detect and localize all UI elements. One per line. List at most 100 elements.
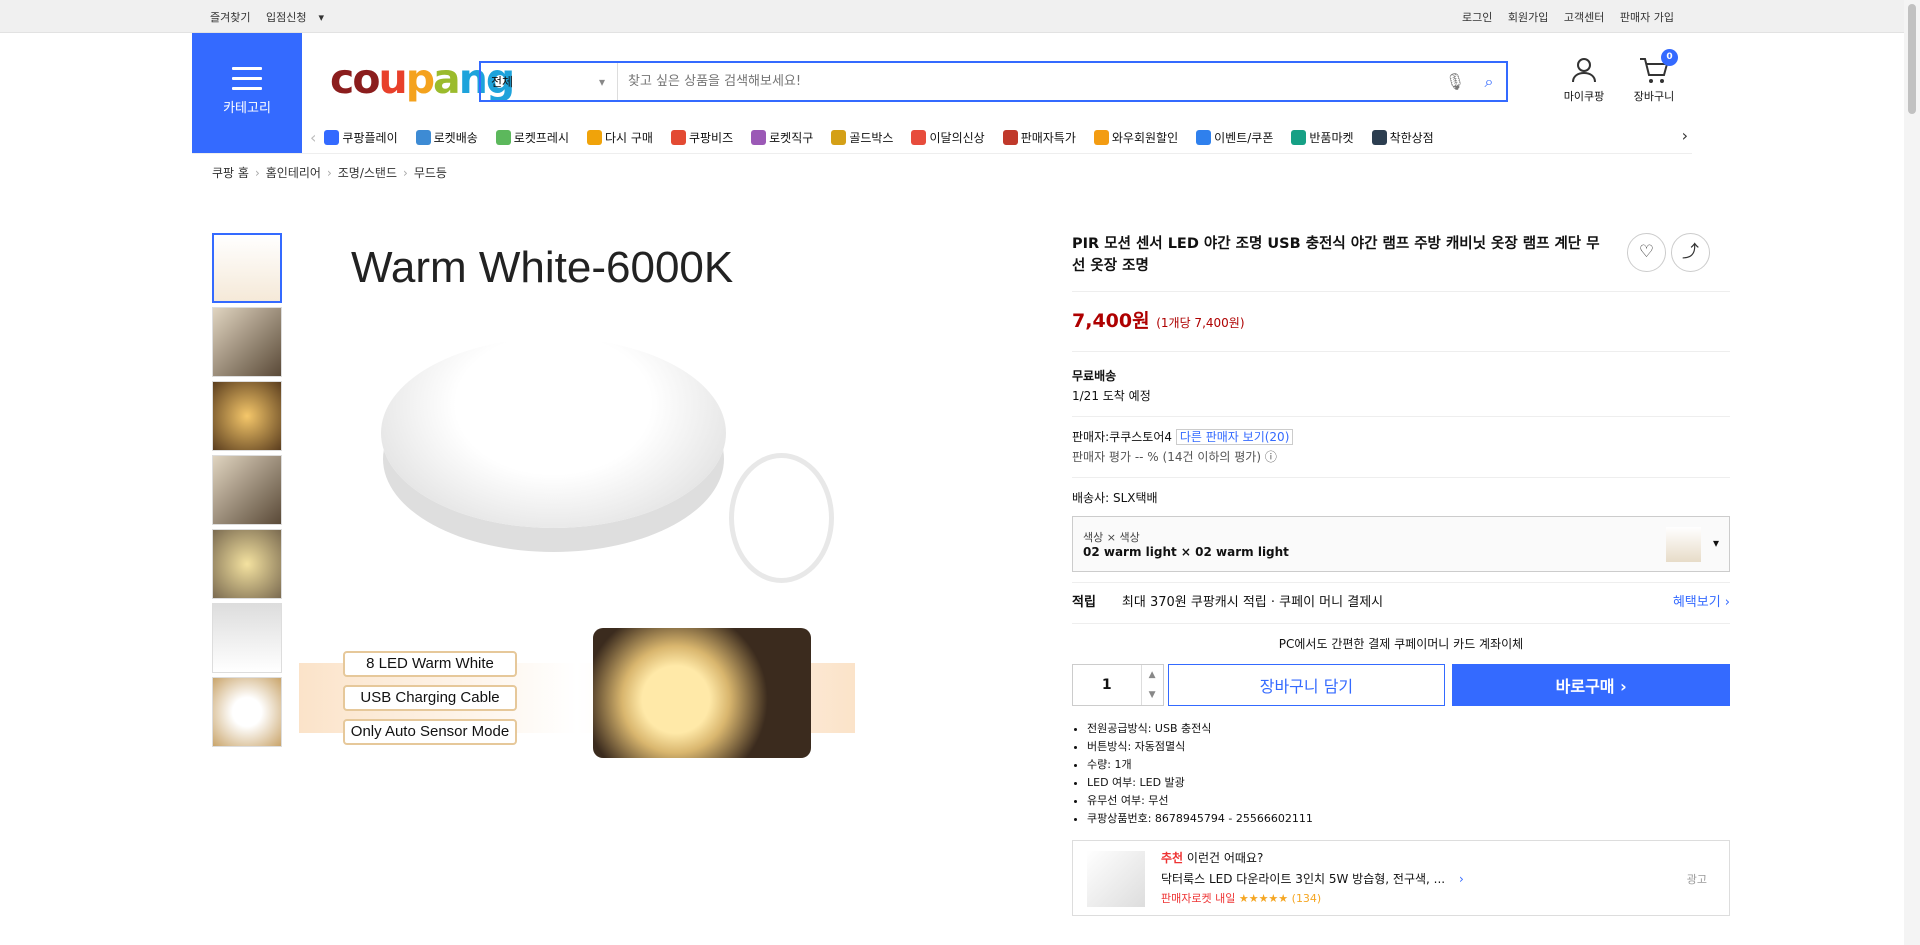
rec-tag: 추천 bbox=[1161, 851, 1184, 865]
rec-badge: 판매자로켓 내일 bbox=[1161, 892, 1236, 905]
nav-item[interactable]: 와우회원할인 bbox=[1093, 129, 1178, 146]
lamp-photo bbox=[593, 628, 811, 758]
qty-up-icon[interactable]: ▲ bbox=[1149, 670, 1156, 680]
nav-item[interactable]: 로켓직구 bbox=[751, 129, 813, 146]
image-feature: 8 LED Warm White bbox=[343, 651, 517, 677]
nav-item[interactable]: 로켓프레시 bbox=[495, 129, 569, 146]
login-link[interactable]: 로그인 bbox=[1462, 11, 1492, 24]
unit-price: (1개당 7,400원) bbox=[1156, 316, 1245, 330]
main-product-image[interactable]: Warm White-6000K 8 LED Warm White USB Ch… bbox=[299, 233, 855, 763]
thumbnail[interactable] bbox=[212, 455, 282, 525]
option-select[interactable]: 색상 × 색상 02 warm light × 02 warm light ▾ bbox=[1072, 516, 1730, 572]
quantity-stepper[interactable]: 1 ▲ ▼ bbox=[1072, 664, 1164, 706]
rec-product-image bbox=[1087, 851, 1145, 907]
spec-item: 유무선 여부: 무선 bbox=[1087, 792, 1730, 810]
share-icon[interactable]: ⤴ bbox=[1671, 233, 1710, 272]
category-label: 카테고리 bbox=[223, 101, 271, 116]
nav-item[interactable]: 판매자특가 bbox=[1002, 129, 1076, 146]
reward-text: 최대 370원 쿠팡캐시 적립 · 쿠페이 머니 결제시 bbox=[1121, 595, 1384, 610]
nav-prev-icon[interactable]: ‹ bbox=[310, 128, 316, 147]
breadcrumb: 쿠팡 홈 › 홈인테리어 › 조명/스탠드 › 무드등 bbox=[192, 153, 1692, 191]
add-to-cart-button[interactable]: 장바구니 담기 bbox=[1167, 664, 1446, 706]
nav-item[interactable]: 로켓배송 bbox=[415, 129, 478, 146]
chevron-down-icon: ▾ bbox=[1712, 536, 1719, 550]
thumbnail[interactable] bbox=[212, 233, 282, 303]
free-shipping: 무료배송 bbox=[1072, 369, 1117, 383]
apply-link[interactable]: 입점신청 bbox=[266, 11, 306, 24]
rec-title: 이런건 어때요? bbox=[1186, 851, 1264, 865]
benefit-link[interactable]: 혜택보기 › bbox=[1673, 593, 1730, 613]
heart-icon[interactable]: ♡ bbox=[1627, 233, 1666, 272]
cart-button[interactable]: 0 장바구니 bbox=[1624, 49, 1684, 104]
qty-down-icon[interactable]: ▼ bbox=[1149, 690, 1156, 700]
seller-name: 판매자:쿠쿠스토어4 bbox=[1072, 430, 1172, 444]
scrollbar-thumb[interactable] bbox=[1908, 4, 1916, 114]
breadcrumb-item[interactable]: 쿠팡 홈 bbox=[212, 164, 249, 181]
thumbnail[interactable] bbox=[212, 529, 282, 599]
lamp-disk bbox=[381, 338, 726, 528]
spec-item: 전원공급방식: USB 충전식 bbox=[1087, 720, 1730, 738]
image-feature: USB Charging Cable bbox=[343, 685, 517, 711]
nav-item[interactable]: 다시 구매 bbox=[586, 129, 653, 146]
category-button[interactable]: 카테고리 bbox=[192, 33, 302, 153]
pay-methods: PC에서도 간편한 결제 쿠페이머니 카드 계좌이체 bbox=[1278, 637, 1524, 651]
reward-label: 적립 bbox=[1072, 595, 1096, 610]
buy-now-button[interactable]: 바로구매 › bbox=[1452, 664, 1730, 706]
option-thumbnail bbox=[1666, 527, 1701, 562]
nav-item[interactable]: 쿠팡플레이 bbox=[324, 129, 398, 146]
mypage-button[interactable]: 마이쿠팡 bbox=[1554, 55, 1614, 104]
thumbnail-list bbox=[212, 233, 282, 751]
thumbnail[interactable] bbox=[212, 677, 282, 747]
price: 7,400원 (1개당 7,400원) bbox=[1072, 310, 1245, 332]
header: 카테고리 coupang 전체▾ 🎙 ⌕ 마이쿠팡 0 장바구니 ‹ 쿠팡플레이… bbox=[192, 33, 1692, 153]
spec-item: 쿠팡상품번호: 8678945794 - 25566602111 bbox=[1087, 810, 1730, 828]
top-utility-bar: 즐겨찾기 입점신청 ▾ 로그인 회원가입 고객센터 판매자 가입 bbox=[0, 0, 1920, 33]
seller-join-link[interactable]: 판매자 가입 bbox=[1620, 11, 1674, 24]
chevron-right-icon[interactable]: › bbox=[1459, 872, 1464, 886]
user-icon bbox=[1572, 58, 1596, 83]
thumbnail[interactable] bbox=[212, 307, 282, 377]
search-bar: 전체▾ 🎙 ⌕ bbox=[479, 61, 1508, 102]
product-title: PIR 모션 센서 LED 야간 조명 USB 충전식 야간 램프 주방 캐비닛… bbox=[1072, 236, 1600, 274]
thumbnail[interactable] bbox=[212, 381, 282, 451]
nav-item[interactable]: 이달의신상 bbox=[911, 129, 985, 146]
category-nav: ‹ 쿠팡플레이 로켓배송 로켓프레시 다시 구매 쿠팡비즈 로켓직구 골드박스 … bbox=[302, 121, 1692, 153]
menu-icon bbox=[232, 67, 262, 90]
cs-link[interactable]: 고객센터 bbox=[1564, 11, 1604, 24]
bookmark-link[interactable]: 즐겨찾기 bbox=[210, 11, 250, 24]
rec-rating: ★★★★★ (134) bbox=[1238, 892, 1322, 905]
spec-list: 전원공급방식: USB 충전식 버튼방식: 자동점멸식 수량: 1개 LED 여… bbox=[1072, 720, 1730, 828]
search-icon[interactable]: ⌕ bbox=[1472, 72, 1506, 92]
arrival-date: 1/21 도착 예정 bbox=[1072, 389, 1151, 403]
recommendation-card[interactable]: 추천 이런건 어때요? 닥터룩스 LED 다운라이트 3인치 5W 방습형, 전… bbox=[1072, 840, 1730, 916]
search-scope-select[interactable]: 전체 ▾ bbox=[481, 63, 618, 100]
image-feature: Only Auto Sensor Mode bbox=[343, 719, 517, 745]
product-info: PIR 모션 센서 LED 야간 조명 USB 충전식 야간 램프 주방 캐비닛… bbox=[1072, 233, 1730, 916]
info-icon[interactable]: ⓘ bbox=[1265, 450, 1277, 464]
nav-next-icon[interactable]: › bbox=[1682, 126, 1688, 145]
thumbnail[interactable] bbox=[212, 603, 282, 673]
seller-rating: 판매자 평가 -- % (14건 이하의 평가) bbox=[1072, 450, 1262, 464]
breadcrumb-item[interactable]: 홈인테리어 bbox=[266, 164, 321, 181]
spec-item: 버튼방식: 자동점멸식 bbox=[1087, 738, 1730, 756]
chevron-down-icon: ▾ bbox=[318, 10, 324, 24]
nav-item[interactable]: 이벤트/쿠폰 bbox=[1196, 129, 1273, 146]
breadcrumb-item[interactable]: 조명/스탠드 bbox=[338, 164, 397, 181]
mic-icon[interactable]: 🎙 bbox=[1438, 72, 1472, 91]
nav-item[interactable]: 골드박스 bbox=[831, 129, 893, 146]
other-sellers-link[interactable]: 다른 판매자 보기(20) bbox=[1175, 429, 1294, 445]
nav-item[interactable]: 착한상점 bbox=[1371, 129, 1434, 146]
nav-item[interactable]: 쿠팡비즈 bbox=[670, 129, 733, 146]
nav-item[interactable]: 반품마켓 bbox=[1291, 129, 1354, 146]
scrollbar[interactable] bbox=[1904, 0, 1920, 945]
chevron-down-icon: ▾ bbox=[598, 74, 605, 89]
join-link[interactable]: 회원가입 bbox=[1508, 11, 1548, 24]
spec-item: LED 여부: LED 발광 bbox=[1087, 774, 1730, 792]
breadcrumb-item[interactable]: 무드등 bbox=[414, 164, 447, 181]
spec-item: 수량: 1개 bbox=[1087, 756, 1730, 774]
search-input[interactable] bbox=[618, 63, 1438, 100]
ad-label: 광고 bbox=[1686, 873, 1707, 886]
usb-cable bbox=[729, 453, 834, 583]
image-title: Warm White-6000K bbox=[351, 243, 734, 292]
rec-item-name[interactable]: 닥터룩스 LED 다운라이트 3인치 5W 방습형, 전구색, ... bbox=[1161, 872, 1445, 886]
